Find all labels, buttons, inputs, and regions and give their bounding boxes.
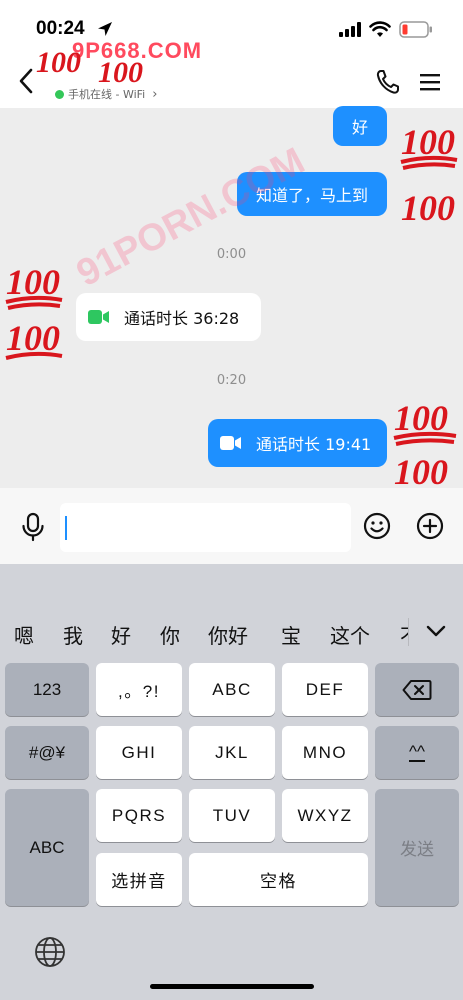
battery-icon <box>399 21 432 38</box>
message-timestamp: 0:20 <box>216 373 247 388</box>
candidate-word[interactable]: 你好 <box>208 620 248 649</box>
svg-text:100: 100 <box>401 122 455 162</box>
hundred-points-emoji-icon: 100 100 <box>36 46 143 89</box>
candidate-word[interactable]: 宝 <box>281 620 301 649</box>
key-tuv[interactable]: TUV <box>189 789 275 842</box>
cellular-signal-icon <box>339 22 361 37</box>
hundred-points-emoji-icon: 100 100 <box>5 262 63 360</box>
message-timestamp: 0:00 <box>216 247 247 262</box>
svg-text:100: 100 <box>6 318 60 358</box>
candidate-word[interactable]: 这个 <box>330 620 370 649</box>
hundred-points-emoji-icon: 100 100 <box>393 398 457 488</box>
message-list[interactable]: 好 知道了，马上到 0:00 通话时长 36:28 0:20 通话时长 19:4… <box>0 106 463 488</box>
key-emoticon[interactable]: ^^ <box>375 726 459 779</box>
message-input[interactable] <box>60 503 351 552</box>
candidate-word[interactable]: 嗯 <box>14 620 34 649</box>
space-key[interactable]: 空格 <box>189 853 368 906</box>
message-bubble-outgoing[interactable]: 好 <box>333 106 387 146</box>
candidate-divider <box>408 618 409 646</box>
svg-text:100: 100 <box>394 398 448 438</box>
key-pqrs[interactable]: PQRS <box>96 789 182 842</box>
menu-icon[interactable] <box>418 70 442 94</box>
call-record-outgoing[interactable]: 通话时长 19:41 <box>208 419 387 467</box>
key-def[interactable]: DEF <box>282 663 368 716</box>
hundred-points-emoji-icon: 100 100 <box>400 122 458 228</box>
home-indicator <box>150 984 314 989</box>
svg-text:100: 100 <box>6 262 60 302</box>
key-jkl[interactable]: JKL <box>189 726 275 779</box>
text-caret <box>65 516 67 540</box>
globe-icon[interactable] <box>34 936 66 968</box>
candidate-bar: 嗯 我 好 你 你好 宝 这个 不 <box>0 610 463 654</box>
location-arrow-icon <box>98 22 112 36</box>
candidate-word[interactable]: 好 <box>111 620 131 649</box>
emoji-icon[interactable] <box>363 512 391 540</box>
video-call-icon <box>220 436 241 450</box>
key-abc-switch[interactable]: ABC <box>5 789 89 906</box>
key-punctuation[interactable]: ,。?! <box>96 663 182 716</box>
watermark-text: 91PORN.COM <box>70 140 312 296</box>
candidate-word[interactable]: 你 <box>160 620 180 649</box>
svg-text:100: 100 <box>36 46 81 79</box>
send-button[interactable]: 发送 <box>375 789 459 906</box>
call-record-incoming[interactable]: 通话时长 36:28 <box>76 293 261 341</box>
chinese-nine-key-keyboard: 嗯 我 好 你 你好 宝 这个 不 123 ,。?! ABC DEF #@¥ G… <box>0 564 463 1000</box>
svg-text:100: 100 <box>98 56 143 89</box>
backspace-icon <box>402 679 432 700</box>
phone-call-icon[interactable] <box>375 68 401 96</box>
candidate-word[interactable]: 不 <box>400 620 408 649</box>
plus-circle-icon[interactable] <box>416 512 444 540</box>
key-abc[interactable]: ABC <box>189 663 275 716</box>
chevron-down-icon[interactable] <box>424 620 448 642</box>
key-123[interactable]: 123 <box>5 663 89 716</box>
key-mno[interactable]: MNO <box>282 726 368 779</box>
wifi-icon <box>369 21 391 37</box>
svg-text:100: 100 <box>401 188 455 228</box>
candidate-word[interactable]: 我 <box>63 620 83 649</box>
key-select-pinyin[interactable]: 选拼音 <box>96 853 182 906</box>
key-wxyz[interactable]: WXYZ <box>282 789 368 842</box>
delete-button[interactable] <box>375 663 459 716</box>
status-time: 00:24 <box>36 18 85 39</box>
key-ghi[interactable]: GHI <box>96 726 182 779</box>
input-bar <box>0 488 463 564</box>
svg-text:100: 100 <box>394 452 448 488</box>
key-symbols[interactable]: #@¥ <box>5 726 89 779</box>
microphone-icon[interactable] <box>20 512 46 542</box>
video-call-icon <box>88 310 109 324</box>
